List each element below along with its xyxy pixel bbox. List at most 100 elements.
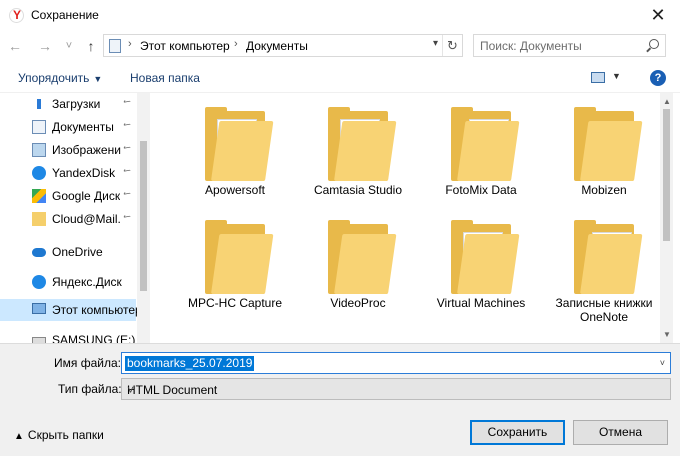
- scrollbar-thumb[interactable]: [663, 109, 670, 241]
- navigation-scrollbar[interactable]: [137, 93, 150, 343]
- window-title: Сохранение: [31, 8, 99, 22]
- yandex-disk-icon: [32, 166, 46, 180]
- folder-label: Apowersoft: [204, 183, 266, 197]
- sidebar-item-label: Изображени: [52, 143, 121, 157]
- new-folder-button[interactable]: Новая папка: [130, 71, 200, 85]
- folder-icon: [205, 107, 274, 181]
- content-scrollbar[interactable]: ▲ ▼: [660, 93, 673, 343]
- folder-item[interactable]: Apowersoft: [175, 93, 295, 213]
- folder-icon: [451, 107, 520, 181]
- sidebar-item-label: Загрузки: [52, 97, 101, 111]
- sidebar-item[interactable]: Загрузки ✓: [0, 93, 136, 115]
- filetype-select[interactable]: HTML Document ˅: [121, 378, 671, 400]
- organize-label: Упорядочить: [18, 71, 90, 85]
- folder-item[interactable]: Virtual Machines: [421, 206, 541, 326]
- view-dropdown-icon[interactable]: ▼: [612, 71, 621, 81]
- hide-folders-toggle[interactable]: ▲ Скрыть папки: [14, 428, 104, 442]
- chevron-down-icon: ▼: [93, 74, 103, 84]
- command-bar: Упорядочить ▼ Новая папка ▼ ?: [0, 62, 680, 93]
- folder-label: VideoProc: [330, 296, 386, 310]
- help-icon[interactable]: ?: [650, 70, 666, 86]
- folder-item[interactable]: Camtasia Studio: [298, 93, 418, 213]
- address-dropdown-icon[interactable]: ▾: [433, 38, 438, 49]
- folder-item[interactable]: Записные книжки OneNote: [544, 206, 660, 326]
- sidebar-item-label: Документы: [52, 120, 114, 134]
- filename-label: Имя файла:: [54, 356, 121, 370]
- recent-locations-icon[interactable]: ˅: [60, 38, 78, 54]
- sidebar-item[interactable]: Документы ✓: [0, 116, 136, 138]
- filetype-label: Тип файла:: [58, 382, 122, 396]
- chevron-down-icon[interactable]: ˅: [660, 358, 665, 368]
- sidebar-item-label: Яндекс.Диск: [52, 275, 122, 289]
- navigation-bar: ← → ˅ ↑ › Этот компьютер › Документы ▾ ↻: [0, 31, 680, 61]
- yandex-disk-icon: [32, 275, 46, 289]
- sidebar-item-label: OneDrive: [52, 245, 103, 259]
- chevron-down-icon: ˅: [127, 383, 135, 397]
- folder-item[interactable]: Mobizen: [544, 93, 660, 213]
- pin-icon: ✓: [119, 210, 134, 225]
- filename-field[interactable]: bookmarks_25.07.2019 ˅: [121, 352, 671, 374]
- hide-folders-label: Скрыть папки: [27, 428, 104, 442]
- folder-icon: [451, 220, 520, 294]
- folder-item[interactable]: VideoProc: [298, 206, 418, 326]
- search-input[interactable]: [480, 38, 640, 53]
- folder-label: MPC-HC Capture: [187, 296, 283, 310]
- sidebar-item[interactable]: Cloud@Mail. ✓: [0, 208, 136, 230]
- breadcrumb-separator: ›: [128, 38, 132, 50]
- folder-icon: [32, 212, 46, 226]
- back-arrow-icon[interactable]: ←: [6, 38, 24, 54]
- sidebar-item[interactable]: Изображени ✓: [0, 139, 136, 161]
- sidebar-item[interactable]: Яндекс.Диск: [0, 271, 136, 293]
- pin-icon: ✓: [119, 118, 134, 133]
- pin-icon: ✓: [119, 164, 134, 179]
- yandex-browser-icon: Y: [9, 8, 24, 23]
- organize-button[interactable]: Упорядочить ▼: [18, 71, 102, 85]
- folder-item[interactable]: FotoMix Data: [421, 93, 541, 213]
- scroll-down-icon[interactable]: ▼: [663, 330, 671, 339]
- address-bar[interactable]: › Этот компьютер › Документы ▾ ↻: [103, 34, 463, 57]
- forward-arrow-icon[interactable]: →: [36, 38, 54, 54]
- refresh-icon[interactable]: ↻: [442, 35, 462, 56]
- document-icon: [32, 120, 46, 134]
- filename-value[interactable]: bookmarks_25.07.2019: [125, 356, 255, 371]
- cancel-button[interactable]: Отмена: [573, 420, 668, 445]
- folder-label: Записные книжки OneNote: [555, 296, 653, 324]
- pin-icon: ✓: [119, 187, 134, 202]
- folder-label: Camtasia Studio: [313, 183, 403, 197]
- breadcrumb-separator: ›: [234, 38, 238, 50]
- folder-label: Virtual Machines: [436, 296, 526, 310]
- save-options-panel: Имя файла: bookmarks_25.07.2019 ˅ Тип фа…: [0, 343, 680, 456]
- search-box[interactable]: [473, 34, 666, 57]
- up-arrow-icon[interactable]: ↑: [82, 38, 100, 54]
- close-button[interactable]: ✕: [636, 0, 680, 31]
- pin-icon: ✓: [119, 95, 134, 110]
- sidebar-item-label: Cloud@Mail.: [52, 212, 121, 226]
- file-list: Apowersoft Camtasia Studio FotoMix Data Mob…: [155, 93, 660, 343]
- pictures-icon: [32, 143, 46, 157]
- chevron-up-icon: ▲: [14, 431, 24, 442]
- pin-icon: ✓: [119, 141, 134, 156]
- folder-icon: [574, 107, 643, 181]
- breadcrumb-documents[interactable]: Документы: [246, 39, 308, 53]
- breadcrumb-this-pc[interactable]: Этот компьютер: [140, 39, 230, 53]
- title-bar: Y Сохранение ✕: [0, 0, 680, 31]
- sidebar-item[interactable]: OneDrive: [0, 241, 136, 263]
- navigation-pane: Загрузки ✓ Документы ✓ Изображени ✓ YandexDisk…: [0, 93, 150, 343]
- folder-label: Mobizen: [581, 183, 627, 197]
- folder-icon: [328, 107, 397, 181]
- sidebar-item[interactable]: Google Диск ✓: [0, 185, 136, 207]
- search-icon: [649, 39, 659, 49]
- sidebar-item[interactable]: Этот компьютер: [0, 299, 142, 321]
- sidebar-item[interactable]: SAMSUNG (E:): [0, 329, 136, 343]
- view-mode-icon[interactable]: [591, 72, 605, 83]
- scrollbar-thumb[interactable]: [140, 141, 147, 291]
- folder-item[interactable]: MPC-HC Capture: [175, 206, 295, 326]
- sidebar-item[interactable]: YandexDisk ✓: [0, 162, 136, 184]
- computer-icon: [32, 303, 46, 314]
- scroll-up-icon[interactable]: ▲: [663, 97, 671, 106]
- sidebar-item-label: YandexDisk: [52, 166, 116, 180]
- google-drive-icon: [32, 189, 46, 203]
- folder-icon: [205, 220, 274, 294]
- save-button[interactable]: Сохранить: [470, 420, 565, 445]
- folder-icon: [574, 220, 643, 294]
